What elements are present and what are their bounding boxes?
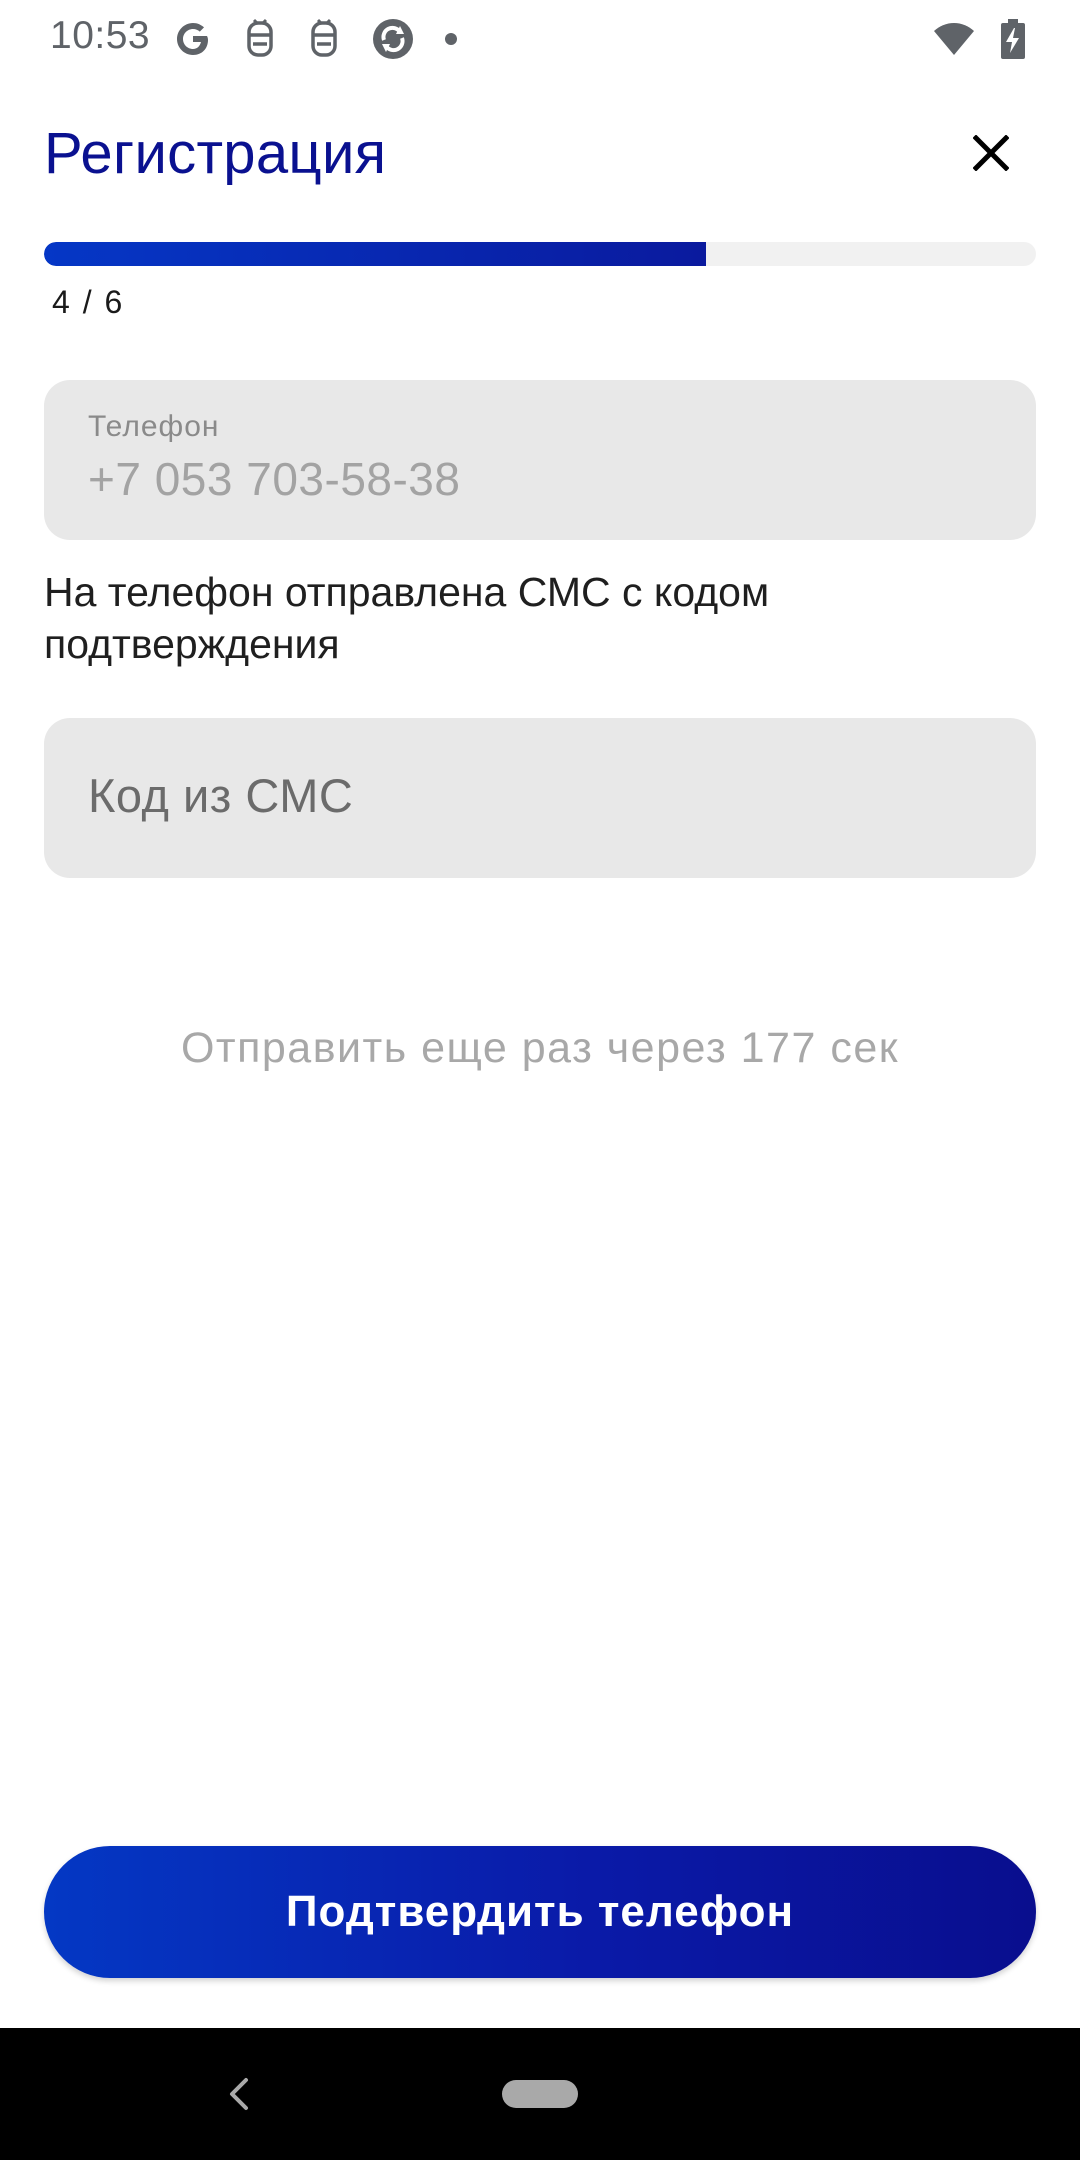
sms-code-input[interactable]: Код из СМС — [44, 718, 1036, 878]
confirm-phone-button[interactable]: Подтвердить телефон — [44, 1846, 1036, 1978]
sms-code-placeholder: Код из СМС — [88, 769, 354, 822]
progress-step-label: 4 / 6 — [52, 284, 123, 320]
confirm-phone-button-label: Подтвердить телефон — [285, 1887, 795, 1936]
phone-field-label: Телефон — [88, 410, 220, 443]
home-pill[interactable] — [502, 2080, 578, 2108]
sync-icon — [373, 19, 413, 59]
close-button[interactable] — [962, 124, 1020, 182]
registration-screen: 10:53 Регистрация 4 / 6 Телефон +7 053 7… — [0, 0, 1080, 2160]
sms-sent-message: На телефон отправлена СМС с кодом подтве… — [44, 569, 770, 667]
page-title: Регистрация — [44, 121, 387, 186]
status-time: 10:53 — [50, 14, 151, 57]
progress-bar — [44, 242, 1036, 266]
system-nav-bar — [0, 2028, 1080, 2160]
notification-icon — [247, 18, 273, 57]
wifi-icon — [934, 23, 974, 55]
status-bar: 10:53 — [0, 0, 1080, 78]
progress-bar-fill — [44, 242, 706, 266]
phone-field[interactable]: Телефон +7 053 703-58-38 — [44, 380, 1036, 540]
status-icons-left — [172, 14, 458, 64]
battery-charging-icon — [1001, 19, 1025, 59]
status-icons-right — [932, 16, 1026, 62]
dot-icon — [445, 33, 457, 45]
notification-icon — [311, 18, 337, 57]
close-icon — [973, 135, 1009, 171]
back-icon[interactable] — [222, 2074, 258, 2114]
phone-field-value: +7 053 703-58-38 — [88, 453, 461, 505]
google-icon — [177, 23, 208, 55]
resend-timer-text: Отправить еще раз через 177 сек — [180, 1024, 900, 1072]
